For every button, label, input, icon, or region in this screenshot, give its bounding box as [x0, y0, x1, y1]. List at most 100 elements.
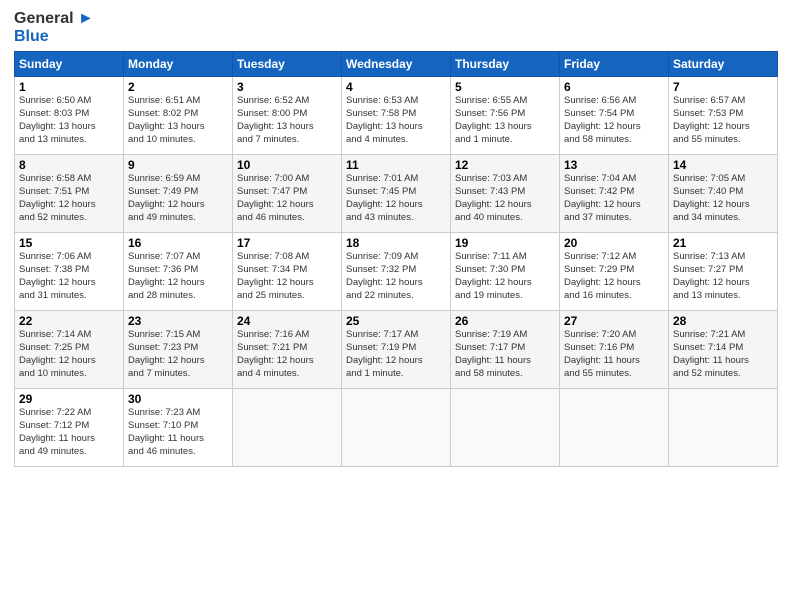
day-info: Sunrise: 7:06 AM Sunset: 7:38 PM Dayligh…	[19, 251, 119, 302]
day-info: Sunrise: 7:17 AM Sunset: 7:19 PM Dayligh…	[346, 329, 446, 380]
day-cell: 15Sunrise: 7:06 AM Sunset: 7:38 PM Dayli…	[15, 233, 124, 311]
day-cell: 23Sunrise: 7:15 AM Sunset: 7:23 PM Dayli…	[124, 311, 233, 389]
day-info: Sunrise: 7:22 AM Sunset: 7:12 PM Dayligh…	[19, 407, 119, 458]
day-number: 11	[346, 158, 446, 172]
day-cell: 5Sunrise: 6:55 AM Sunset: 7:56 PM Daylig…	[451, 77, 560, 155]
day-info: Sunrise: 6:55 AM Sunset: 7:56 PM Dayligh…	[455, 95, 555, 146]
day-header-tuesday: Tuesday	[233, 52, 342, 77]
day-number: 20	[564, 236, 664, 250]
day-cell: 27Sunrise: 7:20 AM Sunset: 7:16 PM Dayli…	[560, 311, 669, 389]
day-number: 30	[128, 392, 228, 406]
day-number: 8	[19, 158, 119, 172]
day-header-monday: Monday	[124, 52, 233, 77]
day-number: 7	[673, 80, 773, 94]
day-cell: 1Sunrise: 6:50 AM Sunset: 8:03 PM Daylig…	[15, 77, 124, 155]
day-info: Sunrise: 6:50 AM Sunset: 8:03 PM Dayligh…	[19, 95, 119, 146]
day-info: Sunrise: 6:57 AM Sunset: 7:53 PM Dayligh…	[673, 95, 773, 146]
days-header-row: SundayMondayTuesdayWednesdayThursdayFrid…	[15, 52, 778, 77]
day-cell	[233, 389, 342, 467]
day-number: 19	[455, 236, 555, 250]
day-info: Sunrise: 7:14 AM Sunset: 7:25 PM Dayligh…	[19, 329, 119, 380]
day-number: 4	[346, 80, 446, 94]
day-info: Sunrise: 6:56 AM Sunset: 7:54 PM Dayligh…	[564, 95, 664, 146]
day-info: Sunrise: 6:58 AM Sunset: 7:51 PM Dayligh…	[19, 173, 119, 224]
day-cell: 13Sunrise: 7:04 AM Sunset: 7:42 PM Dayli…	[560, 155, 669, 233]
day-cell: 26Sunrise: 7:19 AM Sunset: 7:17 PM Dayli…	[451, 311, 560, 389]
week-row-0: 1Sunrise: 6:50 AM Sunset: 8:03 PM Daylig…	[15, 77, 778, 155]
day-cell: 25Sunrise: 7:17 AM Sunset: 7:19 PM Dayli…	[342, 311, 451, 389]
day-cell: 7Sunrise: 6:57 AM Sunset: 7:53 PM Daylig…	[669, 77, 778, 155]
day-info: Sunrise: 7:12 AM Sunset: 7:29 PM Dayligh…	[564, 251, 664, 302]
day-number: 14	[673, 158, 773, 172]
day-number: 22	[19, 314, 119, 328]
calendar-container: General ► Blue SundayMondayTuesdayWednes…	[0, 0, 792, 477]
day-cell: 4Sunrise: 6:53 AM Sunset: 7:58 PM Daylig…	[342, 77, 451, 155]
week-row-4: 29Sunrise: 7:22 AM Sunset: 7:12 PM Dayli…	[15, 389, 778, 467]
day-cell: 11Sunrise: 7:01 AM Sunset: 7:45 PM Dayli…	[342, 155, 451, 233]
day-info: Sunrise: 7:07 AM Sunset: 7:36 PM Dayligh…	[128, 251, 228, 302]
day-info: Sunrise: 7:13 AM Sunset: 7:27 PM Dayligh…	[673, 251, 773, 302]
day-number: 10	[237, 158, 337, 172]
day-cell: 18Sunrise: 7:09 AM Sunset: 7:32 PM Dayli…	[342, 233, 451, 311]
day-number: 16	[128, 236, 228, 250]
logo: General ► Blue	[14, 10, 94, 45]
day-number: 13	[564, 158, 664, 172]
day-number: 23	[128, 314, 228, 328]
day-info: Sunrise: 7:15 AM Sunset: 7:23 PM Dayligh…	[128, 329, 228, 380]
day-cell: 21Sunrise: 7:13 AM Sunset: 7:27 PM Dayli…	[669, 233, 778, 311]
calendar-table: SundayMondayTuesdayWednesdayThursdayFrid…	[14, 51, 778, 467]
day-number: 24	[237, 314, 337, 328]
week-row-1: 8Sunrise: 6:58 AM Sunset: 7:51 PM Daylig…	[15, 155, 778, 233]
day-number: 21	[673, 236, 773, 250]
week-row-3: 22Sunrise: 7:14 AM Sunset: 7:25 PM Dayli…	[15, 311, 778, 389]
day-number: 3	[237, 80, 337, 94]
day-info: Sunrise: 6:51 AM Sunset: 8:02 PM Dayligh…	[128, 95, 228, 146]
day-cell: 3Sunrise: 6:52 AM Sunset: 8:00 PM Daylig…	[233, 77, 342, 155]
day-cell: 12Sunrise: 7:03 AM Sunset: 7:43 PM Dayli…	[451, 155, 560, 233]
day-info: Sunrise: 7:16 AM Sunset: 7:21 PM Dayligh…	[237, 329, 337, 380]
day-cell: 2Sunrise: 6:51 AM Sunset: 8:02 PM Daylig…	[124, 77, 233, 155]
day-info: Sunrise: 7:23 AM Sunset: 7:10 PM Dayligh…	[128, 407, 228, 458]
day-info: Sunrise: 7:00 AM Sunset: 7:47 PM Dayligh…	[237, 173, 337, 224]
day-cell: 28Sunrise: 7:21 AM Sunset: 7:14 PM Dayli…	[669, 311, 778, 389]
day-number: 17	[237, 236, 337, 250]
day-info: Sunrise: 7:11 AM Sunset: 7:30 PM Dayligh…	[455, 251, 555, 302]
day-info: Sunrise: 7:05 AM Sunset: 7:40 PM Dayligh…	[673, 173, 773, 224]
day-cell: 24Sunrise: 7:16 AM Sunset: 7:21 PM Dayli…	[233, 311, 342, 389]
day-info: Sunrise: 6:52 AM Sunset: 8:00 PM Dayligh…	[237, 95, 337, 146]
day-cell	[451, 389, 560, 467]
day-number: 12	[455, 158, 555, 172]
day-number: 26	[455, 314, 555, 328]
day-number: 6	[564, 80, 664, 94]
day-info: Sunrise: 7:04 AM Sunset: 7:42 PM Dayligh…	[564, 173, 664, 224]
day-header-saturday: Saturday	[669, 52, 778, 77]
day-cell: 22Sunrise: 7:14 AM Sunset: 7:25 PM Dayli…	[15, 311, 124, 389]
day-info: Sunrise: 7:21 AM Sunset: 7:14 PM Dayligh…	[673, 329, 773, 380]
day-number: 15	[19, 236, 119, 250]
day-info: Sunrise: 6:59 AM Sunset: 7:49 PM Dayligh…	[128, 173, 228, 224]
day-info: Sunrise: 7:20 AM Sunset: 7:16 PM Dayligh…	[564, 329, 664, 380]
day-cell: 16Sunrise: 7:07 AM Sunset: 7:36 PM Dayli…	[124, 233, 233, 311]
day-number: 29	[19, 392, 119, 406]
logo-text: General ► Blue	[14, 10, 94, 45]
header: General ► Blue	[14, 10, 778, 45]
week-row-2: 15Sunrise: 7:06 AM Sunset: 7:38 PM Dayli…	[15, 233, 778, 311]
day-number: 5	[455, 80, 555, 94]
day-header-thursday: Thursday	[451, 52, 560, 77]
day-cell: 10Sunrise: 7:00 AM Sunset: 7:47 PM Dayli…	[233, 155, 342, 233]
day-number: 28	[673, 314, 773, 328]
day-info: Sunrise: 7:01 AM Sunset: 7:45 PM Dayligh…	[346, 173, 446, 224]
day-number: 9	[128, 158, 228, 172]
day-header-sunday: Sunday	[15, 52, 124, 77]
day-number: 27	[564, 314, 664, 328]
day-cell: 29Sunrise: 7:22 AM Sunset: 7:12 PM Dayli…	[15, 389, 124, 467]
day-cell: 8Sunrise: 6:58 AM Sunset: 7:51 PM Daylig…	[15, 155, 124, 233]
day-cell: 6Sunrise: 6:56 AM Sunset: 7:54 PM Daylig…	[560, 77, 669, 155]
day-cell	[669, 389, 778, 467]
day-cell: 14Sunrise: 7:05 AM Sunset: 7:40 PM Dayli…	[669, 155, 778, 233]
day-cell: 9Sunrise: 6:59 AM Sunset: 7:49 PM Daylig…	[124, 155, 233, 233]
day-info: Sunrise: 6:53 AM Sunset: 7:58 PM Dayligh…	[346, 95, 446, 146]
day-info: Sunrise: 7:08 AM Sunset: 7:34 PM Dayligh…	[237, 251, 337, 302]
day-cell: 20Sunrise: 7:12 AM Sunset: 7:29 PM Dayli…	[560, 233, 669, 311]
day-number: 2	[128, 80, 228, 94]
